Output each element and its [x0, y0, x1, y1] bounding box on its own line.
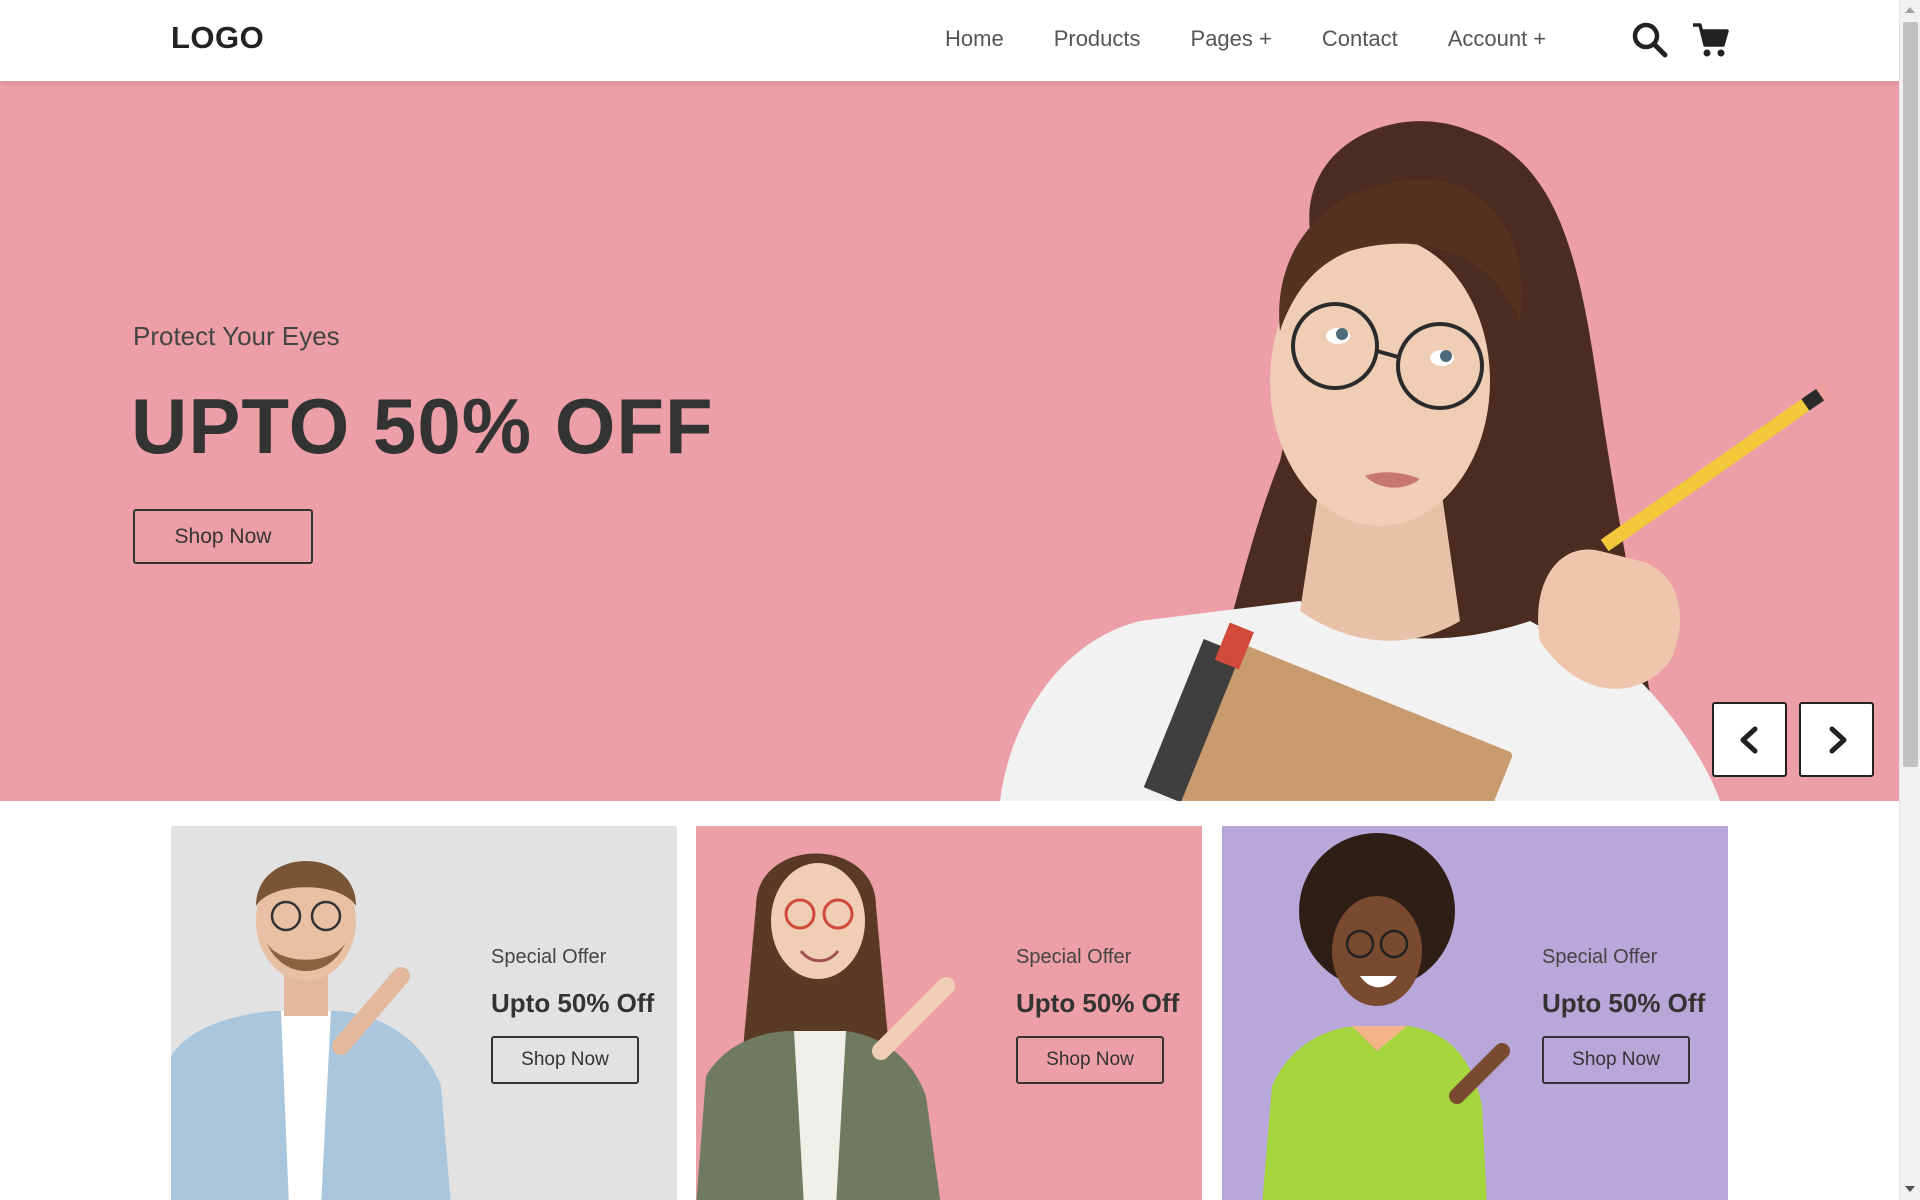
promo-cards: Special Offer Upto 50% Off Shop Now Spec…	[171, 826, 1728, 1200]
card-eyebrow: Special Offer	[491, 946, 607, 968]
nav-contact[interactable]: Contact	[1322, 26, 1398, 52]
nav-products[interactable]: Products	[1054, 26, 1141, 52]
site-header: LOGO Home Products Pages + Contact Accou…	[0, 0, 1899, 81]
scrollbar-thumb[interactable]	[1903, 22, 1918, 767]
scroll-up-icon[interactable]	[1905, 7, 1915, 13]
page: LOGO Home Products Pages + Contact Accou…	[0, 0, 1899, 1200]
promo-card: Special Offer Upto 50% Off Shop Now	[171, 826, 677, 1200]
vertical-scrollbar[interactable]	[1899, 0, 1920, 1200]
card-shop-now-button[interactable]: Shop Now	[1016, 1036, 1164, 1084]
promo-card: Special Offer Upto 50% Off Shop Now	[696, 826, 1202, 1200]
hero-title: UPTO 50% OFF	[131, 382, 714, 470]
card-title: Upto 50% Off	[491, 988, 655, 1018]
card-title: Upto 50% Off	[1542, 988, 1706, 1018]
nav-home[interactable]: Home	[945, 26, 1004, 52]
card-eyebrow: Special Offer	[1542, 946, 1658, 968]
search-icon[interactable]	[1630, 20, 1670, 60]
card-shop-now-button[interactable]: Shop Now	[491, 1036, 639, 1084]
hero-subtitle: Protect Your Eyes	[133, 321, 340, 351]
nav-pages[interactable]: Pages +	[1191, 26, 1272, 52]
slider-next-button[interactable]	[1799, 702, 1874, 777]
card-eyebrow: Special Offer	[1016, 946, 1132, 968]
main-nav: Home Products Pages + Contact Account +	[945, 26, 1596, 52]
nav-account[interactable]: Account +	[1448, 26, 1546, 52]
promo-model-image	[171, 861, 451, 1200]
promo-model-image	[1262, 833, 1510, 1200]
scroll-down-icon[interactable]	[1905, 1186, 1915, 1192]
slider-prev-button[interactable]	[1712, 702, 1787, 777]
cart-icon[interactable]	[1691, 20, 1731, 60]
card-title: Upto 50% Off	[1016, 988, 1180, 1018]
hero-shop-now-button[interactable]: Shop Now	[133, 509, 313, 564]
chevron-right-icon	[1829, 726, 1846, 753]
promo-card: Special Offer Upto 50% Off Shop Now	[1222, 826, 1728, 1200]
chevron-left-icon	[1740, 726, 1757, 753]
logo[interactable]: LOGO	[171, 20, 264, 56]
card-shop-now-button[interactable]: Shop Now	[1542, 1036, 1690, 1084]
hero-model-image	[1000, 121, 1833, 801]
hero-banner: Protect Your Eyes UPTO 50% OFF Shop Now	[0, 81, 1899, 801]
promo-model-image	[696, 853, 955, 1200]
